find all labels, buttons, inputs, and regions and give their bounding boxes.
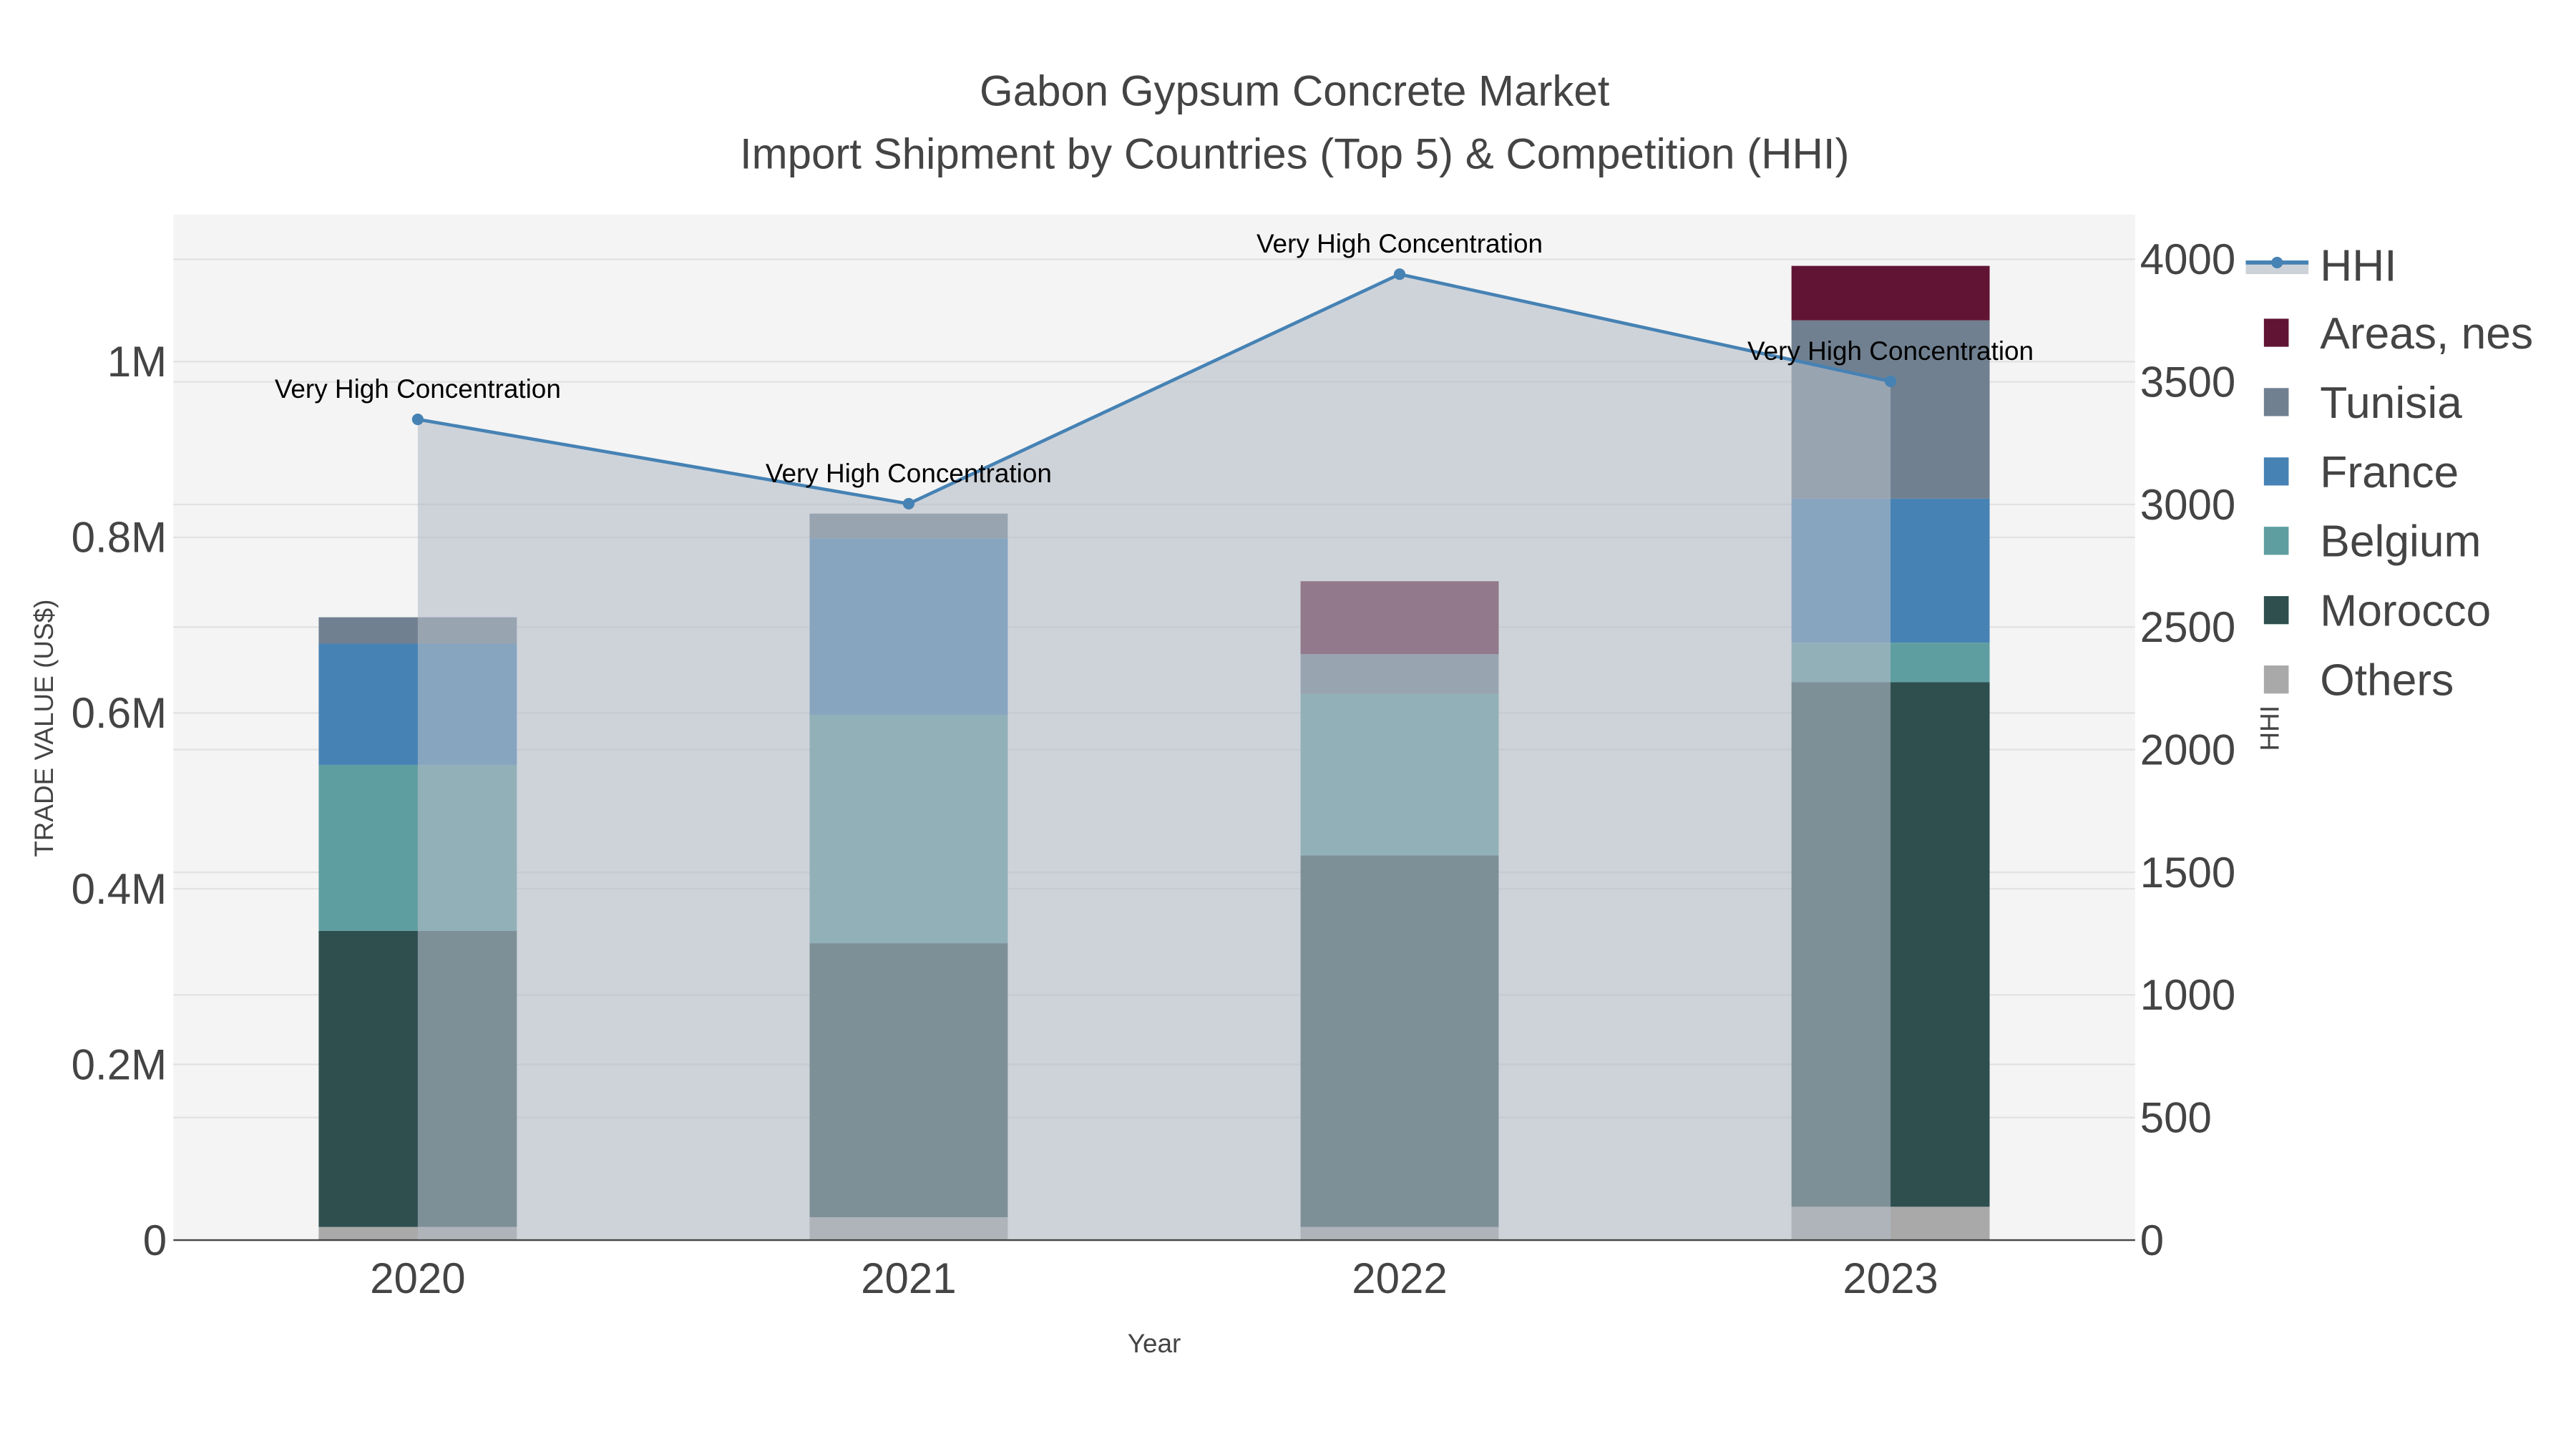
legend-swatch-tunisia bbox=[2263, 388, 2289, 416]
y-tick-label: 0.8M bbox=[72, 514, 167, 562]
legend-label-others: Others bbox=[2320, 656, 2454, 706]
y2-tick-label: 2000 bbox=[2140, 726, 2235, 774]
hhi-point-2020 bbox=[411, 414, 424, 426]
y2-tick-label: 4000 bbox=[2140, 235, 2235, 283]
hhi-annotation: Very High Concentration bbox=[1257, 229, 1543, 258]
hhi-point-2021 bbox=[902, 497, 914, 510]
y2-tick-label: 1500 bbox=[2140, 849, 2235, 897]
y-tick-label: 1M bbox=[107, 338, 167, 386]
hhi-annotation: Very High Concentration bbox=[1747, 336, 2034, 366]
legend-swatch-others bbox=[2263, 665, 2289, 694]
y2-tick-label: 500 bbox=[2140, 1094, 2212, 1142]
x-tick-label: 2021 bbox=[861, 1254, 956, 1302]
y-axis-label: TRADE VALUE (US$) bbox=[29, 600, 59, 857]
legend-label-areas-nes: Areas, nes bbox=[2320, 309, 2533, 358]
legend-label-belgium: Belgium bbox=[2320, 517, 2481, 567]
legend-swatch-france bbox=[2263, 457, 2289, 486]
y2-tick-label: 0 bbox=[2140, 1216, 2164, 1264]
bar-areas-nes-2023 bbox=[1791, 265, 1990, 321]
hhi-point-2023 bbox=[1885, 375, 1897, 388]
hhi-annotation: Very High Concentration bbox=[766, 459, 1052, 488]
x-tick-label: 2022 bbox=[1352, 1254, 1447, 1302]
y2-tick-label: 3000 bbox=[2140, 481, 2235, 529]
y-tick-label: 0.6M bbox=[72, 689, 167, 737]
hhi-point-2022 bbox=[1393, 268, 1406, 280]
legend-label-morocco: Morocco bbox=[2320, 587, 2491, 636]
legend-swatch-areas-nes bbox=[2263, 318, 2289, 347]
x-axis-label: Year bbox=[1128, 1329, 1181, 1358]
y2-tick-label: 2500 bbox=[2140, 603, 2235, 651]
legend-label-france: France bbox=[2320, 448, 2459, 497]
legend-swatch-morocco bbox=[2263, 596, 2289, 625]
y-tick-label: 0 bbox=[143, 1216, 167, 1264]
y2-tick-label: 3500 bbox=[2140, 358, 2235, 406]
chart-subtitle: Import Shipment by Countries (Top 5) & C… bbox=[740, 130, 1850, 177]
legend-label-tunisia: Tunisia bbox=[2320, 379, 2462, 428]
y2-tick-label: 1000 bbox=[2140, 971, 2235, 1019]
x-tick-label: 2020 bbox=[370, 1254, 465, 1302]
hhi-annotation: Very High Concentration bbox=[275, 374, 561, 404]
x-tick-label: 2023 bbox=[1843, 1254, 1938, 1302]
legend-swatch-belgium bbox=[2263, 527, 2289, 555]
legend-label-hhi: HHI bbox=[2320, 241, 2396, 291]
y-tick-label: 0.4M bbox=[72, 865, 167, 913]
chart-title: Gabon Gypsum Concrete Market bbox=[980, 67, 1610, 115]
chart: Very High Concentration Very High Concent… bbox=[0, 0, 2576, 1449]
y-tick-label: 0.2M bbox=[72, 1040, 167, 1088]
y2-axis-label: HHI bbox=[2255, 706, 2285, 751]
legend-hhi-marker bbox=[2271, 256, 2283, 268]
